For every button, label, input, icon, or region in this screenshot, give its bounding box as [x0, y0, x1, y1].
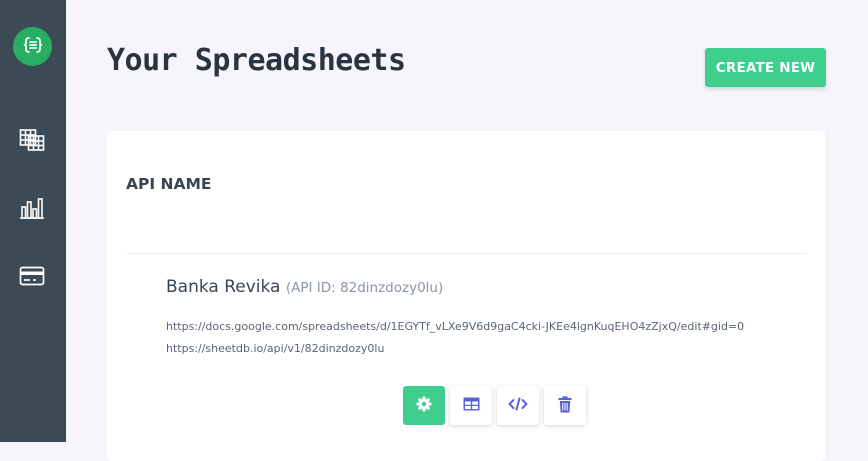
sidebar-item-spreadsheets[interactable] [18, 128, 46, 156]
divider [126, 253, 806, 254]
code-icon [508, 397, 528, 414]
main-content: Your Spreadsheets CREATE NEW API NAME Ba… [66, 0, 868, 461]
create-new-button[interactable]: CREATE NEW [705, 48, 826, 87]
spreadsheets-table: API NAME Banka Revika (API ID: 82dinzdoz… [106, 131, 826, 461]
page-title: Your Spreadsheets [107, 43, 406, 78]
api-url-link[interactable]: https://sheetdb.io/api/v1/82dinzdozy0lu [166, 342, 384, 355]
sidebar-item-analytics[interactable] [18, 196, 46, 224]
settings-button[interactable] [403, 386, 445, 425]
credit-card-icon [19, 265, 45, 291]
table-icon [463, 397, 480, 414]
bar-chart-icon [19, 196, 45, 224]
code-button[interactable] [497, 386, 539, 425]
api-id-label: (API ID: 82dinzdozy0lu) [285, 280, 444, 296]
app-logo[interactable] [13, 27, 52, 66]
delete-button[interactable] [544, 386, 586, 425]
table-grid-icon [19, 128, 45, 156]
spreadsheet-url-link[interactable]: https://docs.google.com/spreadsheets/d/1… [166, 320, 744, 333]
view-table-button[interactable] [450, 386, 492, 425]
sidebar [0, 0, 66, 442]
table-row: Banka Revika (API ID: 82dinzdozy0lu) [166, 277, 443, 297]
api-braces-icon [22, 34, 44, 60]
api-name-label: Banka Revika [166, 277, 281, 297]
gear-icon [416, 396, 432, 415]
column-header-api-name: API NAME [126, 175, 212, 193]
row-actions [403, 386, 586, 425]
sidebar-item-billing[interactable] [18, 264, 46, 292]
trash-icon [558, 395, 572, 416]
